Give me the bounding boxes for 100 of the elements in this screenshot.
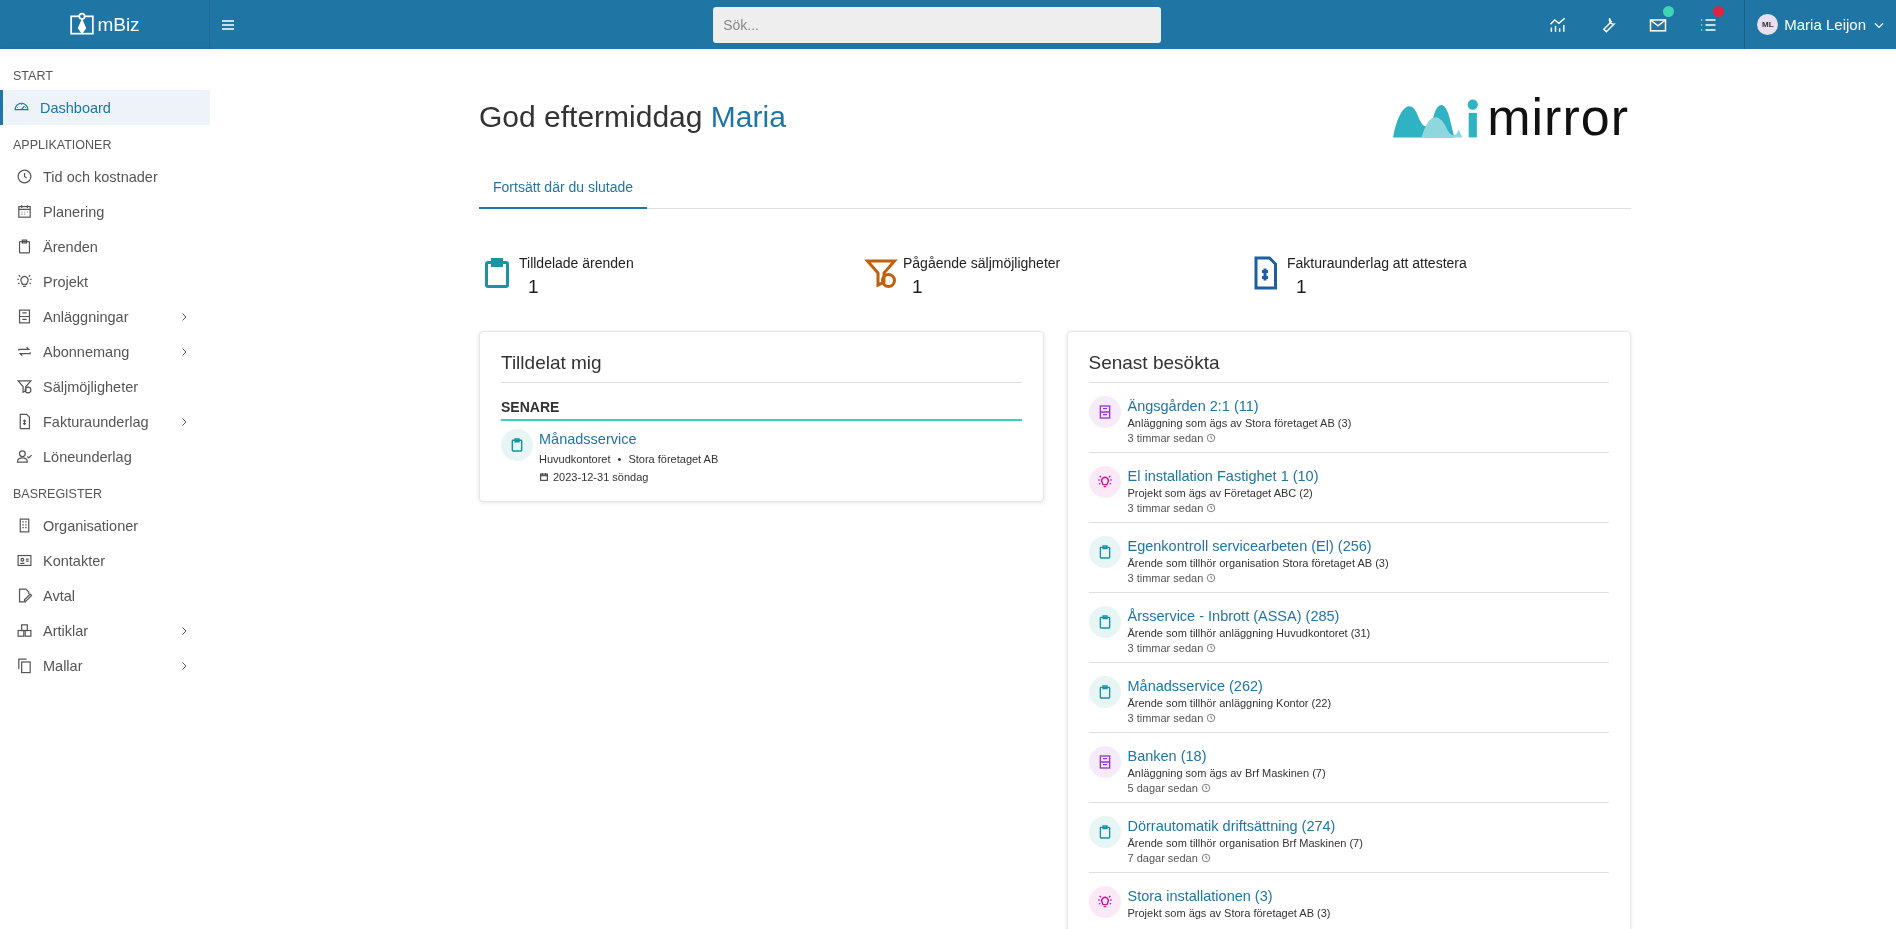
boxes-icon [16, 622, 33, 639]
item-link[interactable]: Dörrautomatik driftsättning (274) [1127, 818, 1363, 834]
greeting: God eftermiddag Maria [479, 100, 786, 134]
sidebar-item[interactable]: Tid och kostnader [0, 159, 210, 194]
stat-value: 1 [1296, 276, 1308, 298]
sidebar-item[interactable]: Fakturaunderlag [0, 404, 210, 439]
sidebar-item[interactable]: Organisationer [0, 508, 210, 543]
sidebar-label: Löneunderlag [43, 448, 133, 465]
stat-value: 1 [528, 276, 540, 298]
calendar-icon [539, 472, 549, 482]
sidebar-label: Fakturaunderlag [43, 413, 150, 430]
sidebar-label: Kontakter [43, 552, 107, 569]
search-field[interactable]: Sök... [713, 6, 1162, 43]
item-time: 3 timmar sedan [1127, 432, 1204, 444]
sidebar-label: Tid och kostnader [43, 168, 159, 185]
facility-icon [1088, 396, 1121, 428]
item-link[interactable]: Stora installationen (3) [1127, 888, 1331, 904]
clock-icon [1200, 783, 1211, 793]
cabinet-icon [16, 308, 33, 325]
item-description: Anläggning som ägs av Brf Maskinen (7) [1127, 767, 1326, 779]
sidebar-label: Ärenden [43, 238, 99, 255]
sidebar-label: Säljmöjligheter [43, 378, 140, 395]
clock-icon [1206, 573, 1217, 583]
facility-icon [1088, 746, 1121, 778]
sidebar-item[interactable]: Säljmöjligheter [0, 369, 210, 404]
group-header: SENARE [501, 383, 1022, 421]
item-time: 3 timmar sedan [1127, 712, 1204, 724]
sidebar-label: Artiklar [43, 622, 90, 639]
sidebar-item[interactable]: Abonnemang [0, 334, 210, 369]
item-description: Ärende som tillhör anläggning Kontor (22) [1127, 697, 1332, 709]
copy-icon [16, 657, 33, 674]
sidebar-section-title: APPLIKATIONER [12, 137, 113, 154]
item-link[interactable]: Månadsservice [539, 431, 719, 447]
person-icon [16, 448, 33, 465]
sidebar-item[interactable]: Projekt [0, 264, 210, 299]
item-organisation: Stora företaget AB [628, 453, 719, 465]
funnel-icon [16, 378, 33, 395]
logo-wordmark: mirror [1487, 91, 1629, 143]
brand-name: mBiz [97, 13, 140, 36]
item-time: 5 dagar sedan [1127, 782, 1198, 794]
sidebar-label: Anläggningar [43, 308, 130, 325]
sidebar-item[interactable]: Kontakter [0, 543, 210, 578]
item-time: 7 dagar sedan [1127, 852, 1198, 864]
item-description: Ärende som tillhör anläggning Huvudkontoret (31) [1127, 627, 1371, 639]
sidebar-item[interactable]: Planering [0, 194, 210, 229]
clock-icon [1200, 853, 1211, 863]
tab[interactable]: Fortsätt där du slutade [479, 169, 648, 209]
stat-label: Fakturaunderlag att attestera [1287, 255, 1467, 271]
item-time: 3 timmar sedan [1127, 572, 1204, 584]
clock-icon [1206, 713, 1217, 723]
clock-icon [1206, 433, 1217, 443]
tie-logo-icon [69, 11, 96, 38]
item-link[interactable]: Månadsservice (262) [1127, 678, 1332, 694]
sidebar-item[interactable]: Anläggningar [0, 299, 210, 334]
calendar-icon [16, 203, 33, 220]
card-title: Tilldelat mig [501, 332, 1022, 383]
user-avatar: ML [1757, 14, 1779, 35]
sign-icon [16, 587, 33, 604]
item-link[interactable]: Årsservice - Inbrott (ASSA) (285) [1127, 608, 1371, 624]
sidebar-label: Dashboard [40, 99, 112, 116]
case-icon [1088, 676, 1121, 708]
clock-icon [1206, 503, 1217, 513]
sidebar-item[interactable]: Ärenden [0, 229, 210, 264]
sidebar-label: Avtal [43, 587, 76, 604]
stat-value: 1 [912, 276, 924, 298]
sidebar-label: Mallar [43, 657, 84, 674]
sidebar-section-title: START [12, 68, 54, 85]
sidebar-item[interactable]: Löneunderlag [0, 439, 210, 474]
item-link[interactable]: El installation Fastighet 1 (10) [1127, 468, 1319, 484]
sidebar-item[interactable]: Artiklar [0, 613, 210, 648]
clipboard-icon [16, 238, 33, 255]
sidebar-label: Organisationer [43, 517, 140, 534]
card-title: Senast besökta [1088, 332, 1609, 383]
case-icon [1088, 536, 1121, 568]
item-description: Projekt som ägs av Stora företaget AB (3) [1127, 907, 1331, 919]
case-icon [1088, 816, 1121, 848]
clock-icon [16, 168, 33, 185]
item-place: Huvudkontoret [539, 453, 611, 465]
separator-dot: • [617, 453, 622, 465]
item-description: Anläggning som ägs av Stora företaget AB (3) [1127, 417, 1352, 429]
item-link[interactable]: Ängsgården 2:1 (11) [1127, 398, 1352, 414]
sidebar-label: Planering [43, 203, 106, 220]
sidebar-item[interactable]: Avtal [0, 578, 210, 613]
sidebar-section-title: BASREGISTER [12, 486, 103, 503]
clock-icon [1206, 643, 1217, 653]
project-icon [1088, 886, 1121, 918]
case-icon [1088, 606, 1121, 638]
sidebar-label: Projekt [43, 273, 90, 290]
project-icon [1088, 466, 1121, 498]
sidebar-item[interactable]: Dashboard [0, 90, 210, 125]
item-link[interactable]: Banken (18) [1127, 748, 1326, 764]
item-description: Projekt som ägs av Företaget ABC (2) [1127, 487, 1314, 499]
item-link[interactable]: Egenkontroll servicearbeten (El) (256) [1127, 538, 1389, 554]
item-description: Ärende som tillhör organisation Stora företaget AB (3) [1127, 557, 1389, 569]
case-icon [501, 429, 533, 461]
item-date: 2023-12-31 söndag [553, 471, 649, 483]
item-time: 3 timmar sedan [1127, 502, 1204, 514]
card-icon [16, 552, 33, 569]
sidebar-item[interactable]: Mallar [0, 648, 210, 683]
stat-label: Tilldelade ärenden [519, 255, 634, 271]
